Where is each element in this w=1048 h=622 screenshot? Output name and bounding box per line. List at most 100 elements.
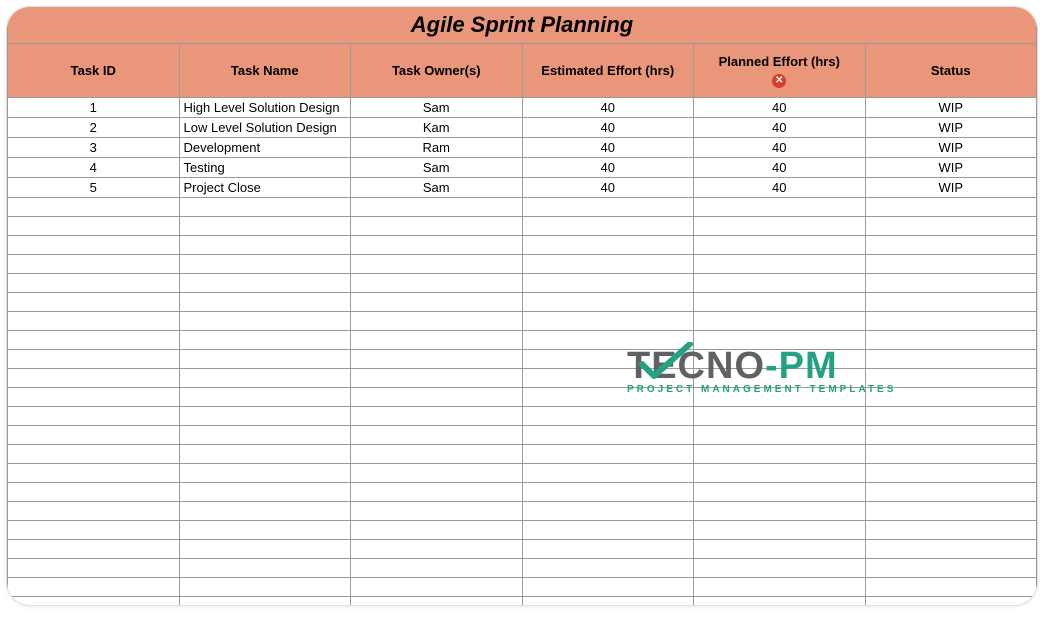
cell-empty[interactable] xyxy=(522,521,694,540)
cell-empty[interactable] xyxy=(179,350,351,369)
cell-empty[interactable] xyxy=(522,312,694,331)
cell-task-name[interactable]: High Level Solution Design xyxy=(179,98,351,118)
cell-empty[interactable] xyxy=(8,274,180,293)
cell-empty[interactable] xyxy=(865,540,1037,559)
cell-empty[interactable] xyxy=(522,369,694,388)
cell-empty[interactable] xyxy=(8,236,180,255)
cell-empty[interactable] xyxy=(179,274,351,293)
cell-empty[interactable] xyxy=(179,331,351,350)
cell-empty[interactable] xyxy=(865,312,1037,331)
cell-empty[interactable] xyxy=(179,483,351,502)
cell-empty[interactable] xyxy=(351,369,523,388)
cell-empty[interactable] xyxy=(179,236,351,255)
cell-empty[interactable] xyxy=(8,198,180,217)
cell-empty[interactable] xyxy=(522,483,694,502)
cell-empty[interactable] xyxy=(522,255,694,274)
cell-planned[interactable]: 40 xyxy=(694,118,866,138)
cell-empty[interactable] xyxy=(865,407,1037,426)
cell-task-owner[interactable]: Sam xyxy=(351,158,523,178)
cell-empty[interactable] xyxy=(351,464,523,483)
cell-empty[interactable] xyxy=(351,521,523,540)
cell-task-owner[interactable]: Sam xyxy=(351,98,523,118)
cell-empty[interactable] xyxy=(694,312,866,331)
cell-empty[interactable] xyxy=(865,445,1037,464)
cell-empty[interactable] xyxy=(351,483,523,502)
cell-task-name[interactable]: Testing xyxy=(179,158,351,178)
cell-empty[interactable] xyxy=(865,331,1037,350)
cell-empty[interactable] xyxy=(865,217,1037,236)
cell-empty[interactable] xyxy=(351,559,523,578)
cell-empty[interactable] xyxy=(522,198,694,217)
cell-empty[interactable] xyxy=(179,597,351,607)
cell-task-id[interactable]: 5 xyxy=(8,178,180,198)
cell-empty[interactable] xyxy=(351,502,523,521)
cell-planned[interactable]: 40 xyxy=(694,138,866,158)
cell-empty[interactable] xyxy=(351,274,523,293)
cell-empty[interactable] xyxy=(865,559,1037,578)
cell-empty[interactable] xyxy=(522,350,694,369)
cell-empty[interactable] xyxy=(351,198,523,217)
cell-estimated[interactable]: 40 xyxy=(522,138,694,158)
cell-empty[interactable] xyxy=(179,255,351,274)
cell-empty[interactable] xyxy=(522,426,694,445)
cell-empty[interactable] xyxy=(179,540,351,559)
cell-empty[interactable] xyxy=(8,578,180,597)
cell-empty[interactable] xyxy=(694,198,866,217)
cell-empty[interactable] xyxy=(694,597,866,607)
cell-empty[interactable] xyxy=(8,255,180,274)
cell-empty[interactable] xyxy=(694,407,866,426)
cell-empty[interactable] xyxy=(8,388,180,407)
cell-task-owner[interactable]: Kam xyxy=(351,118,523,138)
cell-estimated[interactable]: 40 xyxy=(522,118,694,138)
cell-empty[interactable] xyxy=(865,255,1037,274)
cell-empty[interactable] xyxy=(522,464,694,483)
cell-planned[interactable]: 40 xyxy=(694,158,866,178)
cell-empty[interactable] xyxy=(351,255,523,274)
cell-empty[interactable] xyxy=(8,521,180,540)
cell-empty[interactable] xyxy=(694,236,866,255)
cell-empty[interactable] xyxy=(694,331,866,350)
cell-empty[interactable] xyxy=(179,426,351,445)
cell-empty[interactable] xyxy=(865,274,1037,293)
cell-empty[interactable] xyxy=(8,559,180,578)
cell-empty[interactable] xyxy=(865,578,1037,597)
cell-empty[interactable] xyxy=(351,540,523,559)
cell-task-id[interactable]: 4 xyxy=(8,158,180,178)
cell-task-name[interactable]: Low Level Solution Design xyxy=(179,118,351,138)
cell-estimated[interactable]: 40 xyxy=(522,158,694,178)
cell-empty[interactable] xyxy=(694,445,866,464)
cell-empty[interactable] xyxy=(351,597,523,607)
cell-empty[interactable] xyxy=(522,597,694,607)
cell-empty[interactable] xyxy=(522,293,694,312)
cell-empty[interactable] xyxy=(694,293,866,312)
cell-estimated[interactable]: 40 xyxy=(522,98,694,118)
cell-empty[interactable] xyxy=(351,578,523,597)
cell-empty[interactable] xyxy=(522,445,694,464)
cell-empty[interactable] xyxy=(522,217,694,236)
cell-empty[interactable] xyxy=(865,350,1037,369)
cell-empty[interactable] xyxy=(179,293,351,312)
cell-status[interactable]: WIP xyxy=(865,98,1037,118)
cell-empty[interactable] xyxy=(865,597,1037,607)
cell-empty[interactable] xyxy=(8,293,180,312)
cell-empty[interactable] xyxy=(351,217,523,236)
cell-task-id[interactable]: 1 xyxy=(8,98,180,118)
cell-empty[interactable] xyxy=(8,540,180,559)
cell-empty[interactable] xyxy=(522,331,694,350)
cell-empty[interactable] xyxy=(8,217,180,236)
cell-empty[interactable] xyxy=(179,407,351,426)
cell-empty[interactable] xyxy=(179,217,351,236)
cell-empty[interactable] xyxy=(865,198,1037,217)
cell-empty[interactable] xyxy=(8,350,180,369)
cell-empty[interactable] xyxy=(522,274,694,293)
cell-empty[interactable] xyxy=(694,255,866,274)
cell-empty[interactable] xyxy=(8,426,180,445)
cell-empty[interactable] xyxy=(694,217,866,236)
cell-empty[interactable] xyxy=(8,502,180,521)
cell-empty[interactable] xyxy=(865,426,1037,445)
cell-empty[interactable] xyxy=(8,597,180,607)
cell-empty[interactable] xyxy=(8,445,180,464)
cell-empty[interactable] xyxy=(179,369,351,388)
cell-task-id[interactable]: 3 xyxy=(8,138,180,158)
cell-empty[interactable] xyxy=(865,464,1037,483)
